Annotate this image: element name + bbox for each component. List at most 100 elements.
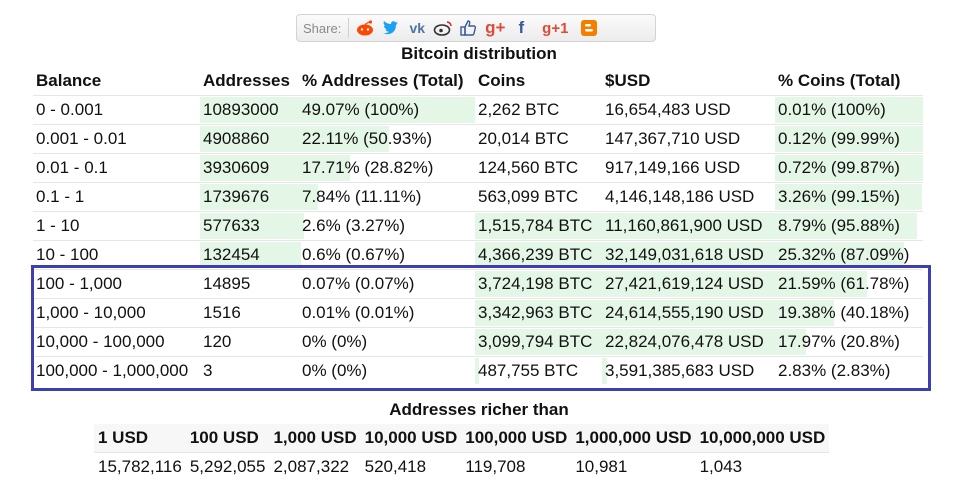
cell-balance-text: 10 - 100 [36,245,99,264]
cell-pct-addresses: 22.11% (50.93%) [299,124,475,154]
header-coins[interactable]: Coins [475,66,602,96]
richer-title: Addresses richer than [389,400,569,419]
richer-value: 10,981 [571,452,696,480]
cell-addresses: 1739676 [200,182,299,212]
cell-usd-text: 32,149,031,618 USD [605,245,764,264]
cell-addresses: 3 [200,356,299,385]
cell-usd-text: 4,146,148,186 USD [605,187,755,206]
cell-pct-coins-text: 3.26% (99.15%) [778,187,900,206]
cell-balance: 0 - 0.001 [33,95,200,125]
cell-balance-text: 10,000 - 100,000 [36,332,165,351]
cell-addresses-text: 1739676 [203,187,270,206]
cell-usd-text: 27,421,619,124 USD [605,274,764,293]
cell-pct-addresses: 0% (0%) [299,356,475,385]
cell-addresses: 132454 [200,240,299,270]
cell-usd: 32,149,031,618 USD [602,240,775,270]
cell-coins: 3,342,963 BTC [475,298,602,328]
cell-balance-text: 0.001 - 0.01 [36,129,127,148]
cell-coins-text: 487,755 BTC [478,361,579,380]
cell-pct-coins-text: 0.72% (99.87%) [778,158,900,177]
table-row: 0.1 - 1 1739676 7.84% (11.11%) 563,099 BTC 4… [33,182,923,212]
table-row: 10,000 - 100,000 120 0% (0%) 3,099,794 BTC 2… [33,327,923,357]
header-pct-addresses[interactable]: % Addresses (Total) [299,66,475,96]
richer-value: 2,087,322 [269,452,361,480]
richer-header: 100 USD [185,424,270,453]
cell-balance-text: 100 - 1,000 [36,274,123,293]
richer-value: 1,043 [695,452,830,480]
cell-balance: 0.01 - 0.1 [33,153,200,183]
richer-value: 5,292,055 [185,452,270,480]
share-bar-fill [299,242,301,268]
cell-coins-text: 3,724,198 BTC [478,274,593,293]
header-addresses[interactable]: Addresses [200,66,299,96]
google-plus-one-icon[interactable]: g+1 [535,17,575,39]
cell-balance-text: 0 - 0.001 [36,100,104,119]
table-row: 100,000 - 1,000,000 3 0% (0%) 487,755 BTC 3,… [33,356,923,385]
cell-pct-addresses-text: 0% (0%) [302,361,368,380]
cell-pct-coins-text: 0.12% (99.99%) [778,129,900,148]
cell-coins-text: 1,515,784 BTC [478,216,593,235]
cell-pct-addresses-text: 0.6% (0.67%) [302,245,405,264]
cell-usd-text: 3,591,385,683 USD [605,361,755,380]
cell-usd: 27,421,619,124 USD [602,269,775,299]
cell-coins-text: 563,099 BTC [478,187,579,206]
table-row: 0 - 0.001 10893000 49.07% (100%) 2,262 BTC 1… [33,95,923,125]
cell-coins: 1,515,784 BTC [475,211,602,241]
google-plus-icon[interactable]: g+ [483,17,507,39]
cell-usd: 11,160,861,900 USD [602,211,775,241]
vk-icon[interactable]: vk [405,17,429,39]
cell-usd-text: 22,824,076,478 USD [605,332,764,351]
cell-pct-coins-text: 19.38% (40.18%) [778,303,910,322]
header-usd[interactable]: $USD [602,66,775,96]
blogger-icon[interactable] [577,17,601,39]
like-icon[interactable] [457,17,481,39]
cell-coins-text: 3,099,794 BTC [478,332,593,351]
cell-pct-addresses: 0.01% (0.01%) [299,298,475,328]
table-row: 100 - 1,000 14895 0.07% (0.07%) 3,724,198 B… [33,269,923,299]
cell-usd-text: 11,160,861,900 USD [605,216,763,235]
cell-balance-text: 100,000 - 1,000,000 [36,361,189,380]
cell-addresses-text: 132454 [203,245,260,264]
table-row: 1 - 10 577633 2.6% (3.27%) 1,515,784 BTC 11,… [33,211,923,241]
richer-table: 1 USD 100 USD 1,000 USD 10,000 USD 100,0… [94,424,830,480]
cell-coins: 487,755 BTC [475,356,602,385]
cell-addresses-text: 10893000 [203,100,279,119]
richer-header: 1,000,000 USD [571,424,696,453]
cell-pct-addresses: 49.07% (100%) [299,95,475,125]
header-balance[interactable]: Balance [33,66,200,96]
cell-coins-text: 4,366,239 BTC [478,245,593,264]
page: Share: vk g+ f g+1 Bitcoin distribution … [0,0,958,480]
weibo-icon[interactable] [431,17,455,39]
cell-usd: 22,824,076,478 USD [602,327,775,357]
reddit-icon[interactable] [353,17,377,39]
cell-pct-addresses: 17.71% (28.82%) [299,153,475,183]
cell-balance: 0.001 - 0.01 [33,124,200,154]
richer-header: 100,000 USD [461,424,572,453]
facebook-icon[interactable]: f [509,17,533,39]
cell-pct-coins-text: 0.01% (100%) [778,100,886,119]
cell-usd-text: 24,614,555,190 USD [605,303,764,322]
cell-coins: 3,099,794 BTC [475,327,602,357]
richer-header: 10,000,000 USD [695,424,830,453]
cell-addresses: 10893000 [200,95,299,125]
cell-pct-addresses: 7.84% (11.11%) [299,182,475,212]
cell-pct-coins: 2.83% (2.83%) [775,356,923,385]
cell-pct-coins: 19.38% (40.18%) [775,298,923,328]
cell-pct-addresses: 0.07% (0.07%) [299,269,475,299]
cell-pct-coins: 8.79% (95.88%) [775,211,923,241]
cell-pct-addresses-text: 0.01% (0.01%) [302,303,415,322]
cell-coins: 4,366,239 BTC [475,240,602,270]
cell-addresses-text: 577633 [203,216,260,235]
richer-value-row: 15,782,116 5,292,055 2,087,322 520,418 1… [94,452,830,480]
cell-usd: 917,149,166 USD [602,153,775,183]
cell-usd: 147,367,710 USD [602,124,775,154]
cell-pct-coins-text: 21.59% (61.78%) [778,274,910,293]
header-pct-coins[interactable]: % Coins (Total) [775,66,923,96]
table-row: 1,000 - 10,000 1516 0.01% (0.01%) 3,342,963… [33,298,923,328]
cell-pct-addresses: 2.6% (3.27%) [299,211,475,241]
cell-usd: 24,614,555,190 USD [602,298,775,328]
twitter-icon[interactable] [379,17,403,39]
cell-balance: 1,000 - 10,000 [33,298,200,328]
cell-addresses-text: 120 [203,332,232,351]
cell-coins-text: 124,560 BTC [478,158,579,177]
